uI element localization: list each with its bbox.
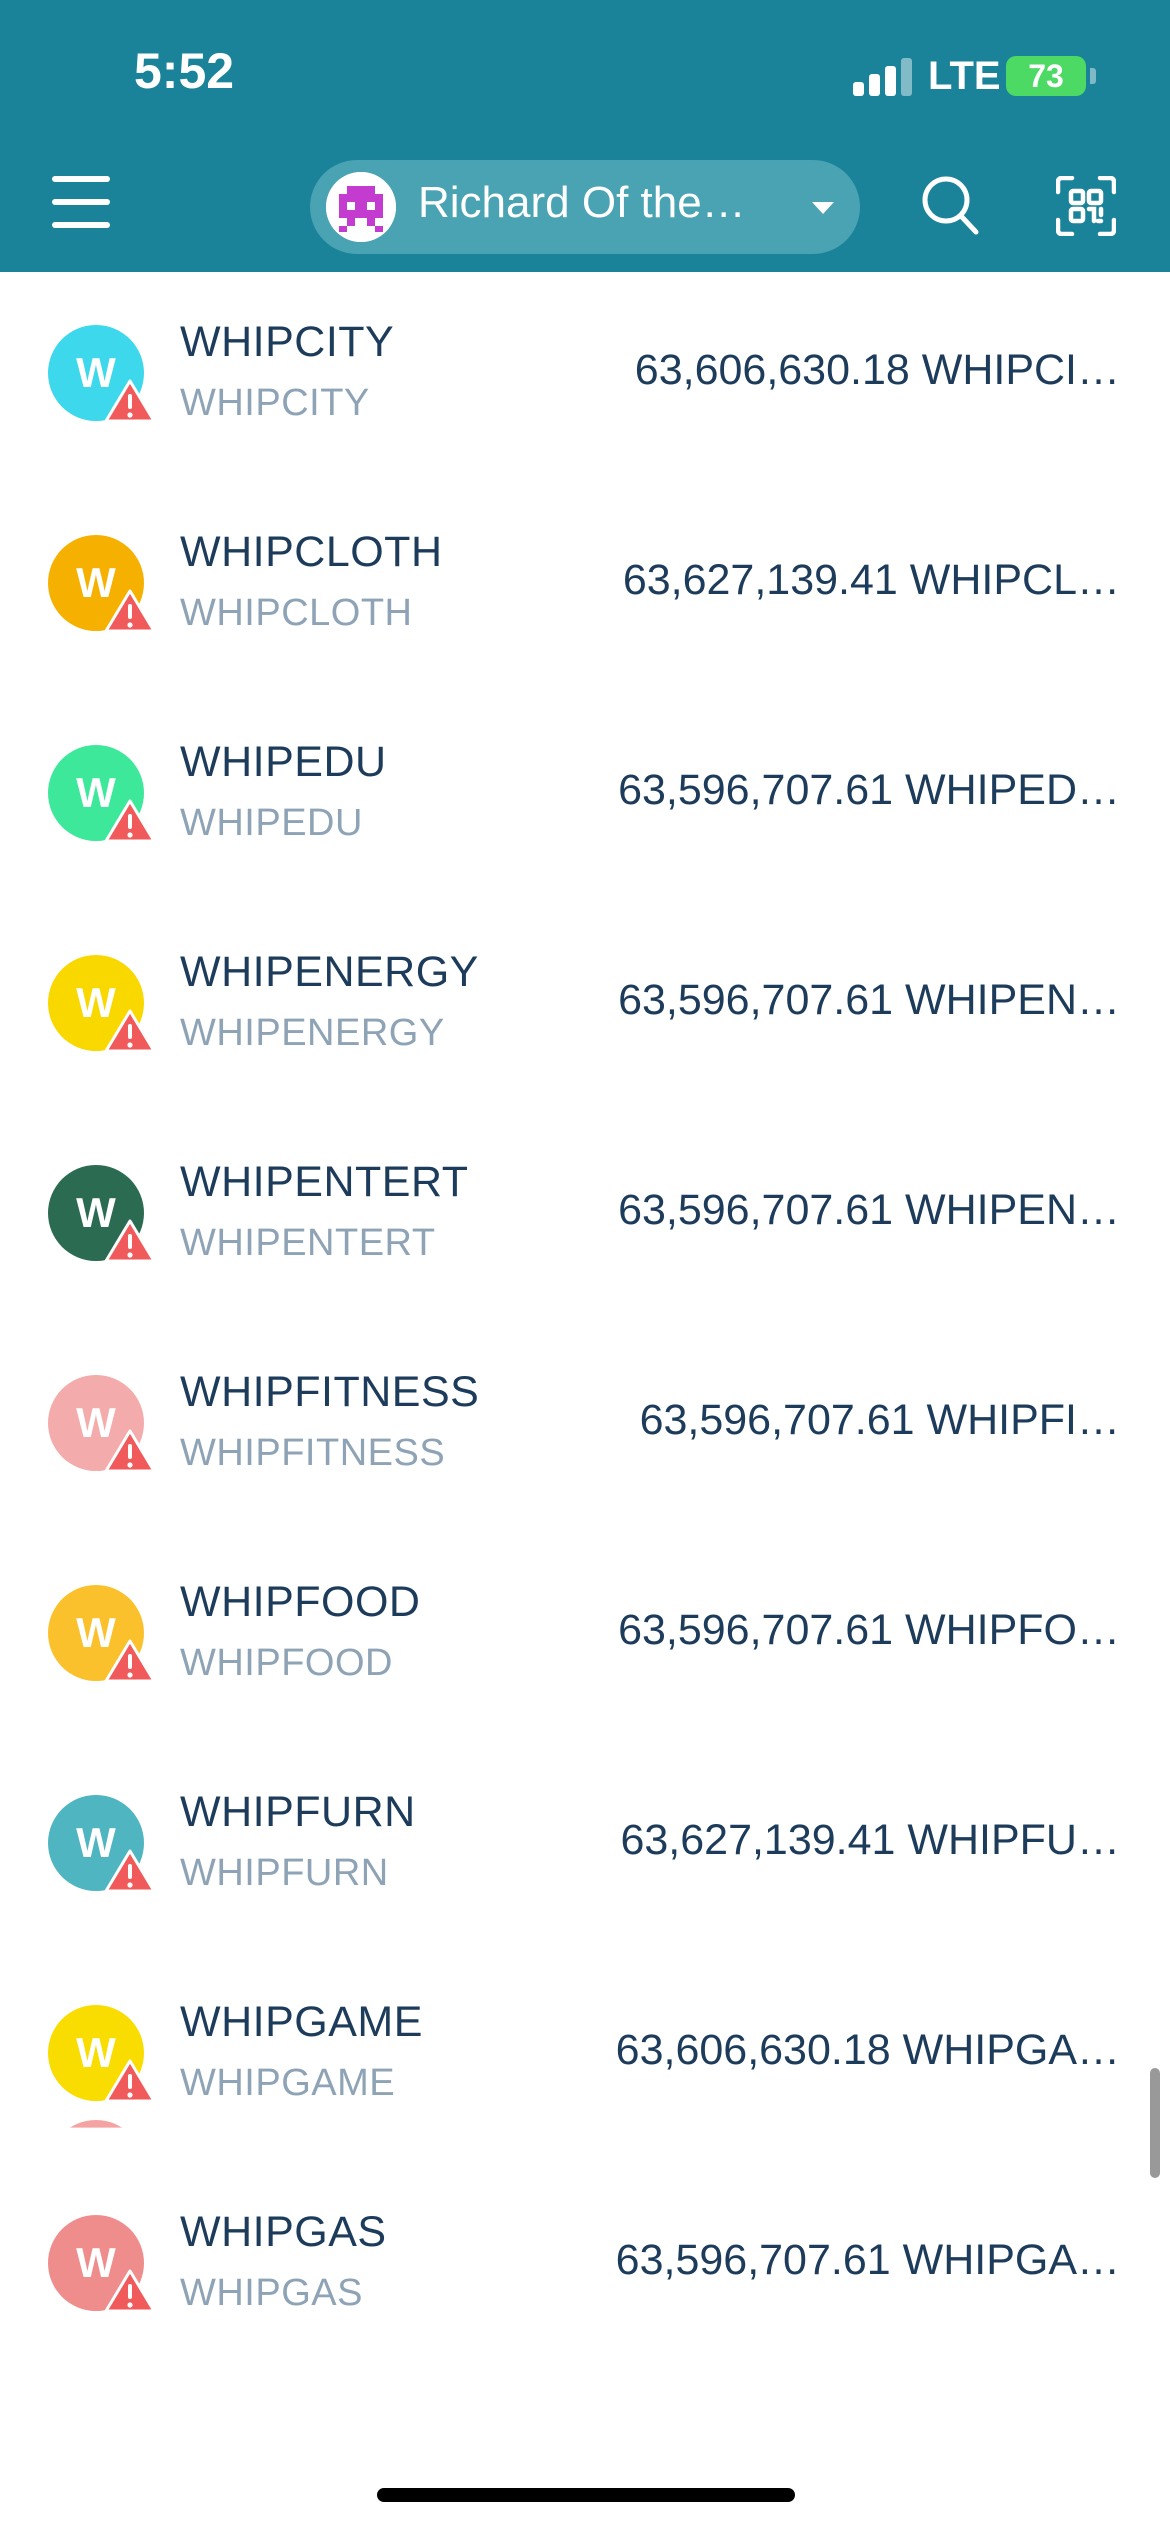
token-balance: 63,596,707.61 WHIPFO… — [618, 1606, 1120, 1654]
token-name: WHIPFURN — [180, 1788, 416, 1836]
network-type: LTE — [928, 54, 1001, 98]
token-balance: 63,596,707.61 WHIPGA… — [615, 2236, 1120, 2284]
warning-triangle-icon — [104, 588, 156, 634]
token-balance: 63,627,139.41 WHIPCL… — [622, 556, 1120, 604]
token-symbol: WHIPFITNESS — [180, 1432, 446, 1474]
signal-icon — [853, 56, 913, 96]
token-row[interactable]: W WHIPFITNESS WHIPFITNESS 63,596,707.61 … — [0, 1322, 1170, 1532]
token-balance: 63,606,630.18 WHIPCI… — [634, 346, 1120, 394]
account-avatar — [326, 172, 396, 242]
token-name: WHIPENTERT — [180, 1158, 469, 1206]
token-row[interactable]: W WHIPENTERT WHIPENTERT 63,596,707.61 WH… — [0, 1112, 1170, 1322]
token-symbol: WHIPFURN — [180, 1852, 389, 1894]
warning-triangle-icon — [104, 1638, 156, 1684]
app-header: 5:52 LTE 73 Richard Of the… — [0, 0, 1170, 272]
account-name: Richard Of the… — [418, 178, 746, 227]
token-symbol: WHIPGAS — [180, 2272, 363, 2314]
token-balance: 63,596,707.61 WHIPFI… — [639, 1396, 1120, 1444]
warning-triangle-icon — [104, 1428, 156, 1474]
token-row[interactable]: W WHIPCITY WHIPCITY 63,606,630.18 WHIPCI… — [0, 272, 1170, 482]
token-name: WHIPENERGY — [180, 948, 479, 996]
partial-list-item — [0, 2120, 1170, 2220]
hamburger-menu-icon[interactable] — [52, 176, 112, 228]
qr-scan-icon[interactable] — [1055, 175, 1117, 237]
token-balance: 63,596,707.61 WHIPEN… — [618, 1186, 1120, 1234]
home-indicator[interactable] — [377, 2488, 795, 2502]
token-balance: 63,596,707.61 WHIPED… — [618, 766, 1120, 814]
token-row[interactable]: W WHIPFURN WHIPFURN 63,627,139.41 WHIPFU… — [0, 1742, 1170, 1952]
token-row[interactable]: W WHIPEDU WHIPEDU 63,596,707.61 WHIPED… — [0, 692, 1170, 902]
warning-triangle-icon — [104, 798, 156, 844]
token-symbol: WHIPFOOD — [180, 1642, 393, 1684]
battery-tip — [1090, 68, 1096, 84]
token-symbol: WHIPENTERT — [180, 1222, 436, 1264]
token-list: W WHIPCITY WHIPCITY 63,606,630.18 WHIPCI… — [0, 272, 1170, 2432]
warning-triangle-icon — [104, 378, 156, 424]
warning-triangle-icon — [104, 1218, 156, 1264]
token-row[interactable]: W WHIPFOOD WHIPFOOD 63,596,707.61 WHIPFO… — [0, 1532, 1170, 1742]
token-name: WHIPFOOD — [180, 1578, 421, 1626]
battery-icon: 73 — [1006, 56, 1086, 96]
token-row[interactable]: W WHIPENERGY WHIPENERGY 63,596,707.61 WH… — [0, 902, 1170, 1112]
token-name: WHIPEDU — [180, 738, 387, 786]
warning-triangle-icon — [104, 1008, 156, 1054]
token-name: WHIPCLOTH — [180, 528, 443, 576]
search-icon[interactable] — [920, 174, 980, 238]
battery-level: 73 — [1028, 58, 1064, 94]
chevron-down-icon — [812, 202, 834, 214]
scrollbar[interactable] — [1150, 2068, 1160, 2178]
account-selector-button[interactable]: Richard Of the… — [310, 160, 860, 254]
token-symbol: WHIPGAME — [180, 2062, 396, 2104]
token-symbol: WHIPCLOTH — [180, 592, 413, 634]
token-symbol: WHIPENERGY — [180, 1012, 445, 1054]
token-balance: 63,606,630.18 WHIPGA… — [615, 2026, 1120, 2074]
warning-triangle-icon — [104, 2268, 156, 2314]
warning-triangle-icon — [104, 1848, 156, 1894]
partial-token-avatar — [48, 2120, 144, 2128]
token-name: WHIPFITNESS — [180, 1368, 480, 1416]
token-symbol: WHIPCITY — [180, 382, 370, 424]
token-name: WHIPGAME — [180, 1998, 423, 2046]
token-row[interactable]: W WHIPCLOTH WHIPCLOTH 63,627,139.41 WHIP… — [0, 482, 1170, 692]
token-name: WHIPCITY — [180, 318, 395, 366]
token-balance: 63,596,707.61 WHIPEN… — [618, 976, 1120, 1024]
token-symbol: WHIPEDU — [180, 802, 363, 844]
warning-triangle-icon — [104, 2058, 156, 2104]
token-balance: 63,627,139.41 WHIPFU… — [620, 1816, 1120, 1864]
status-time: 5:52 — [134, 43, 235, 99]
